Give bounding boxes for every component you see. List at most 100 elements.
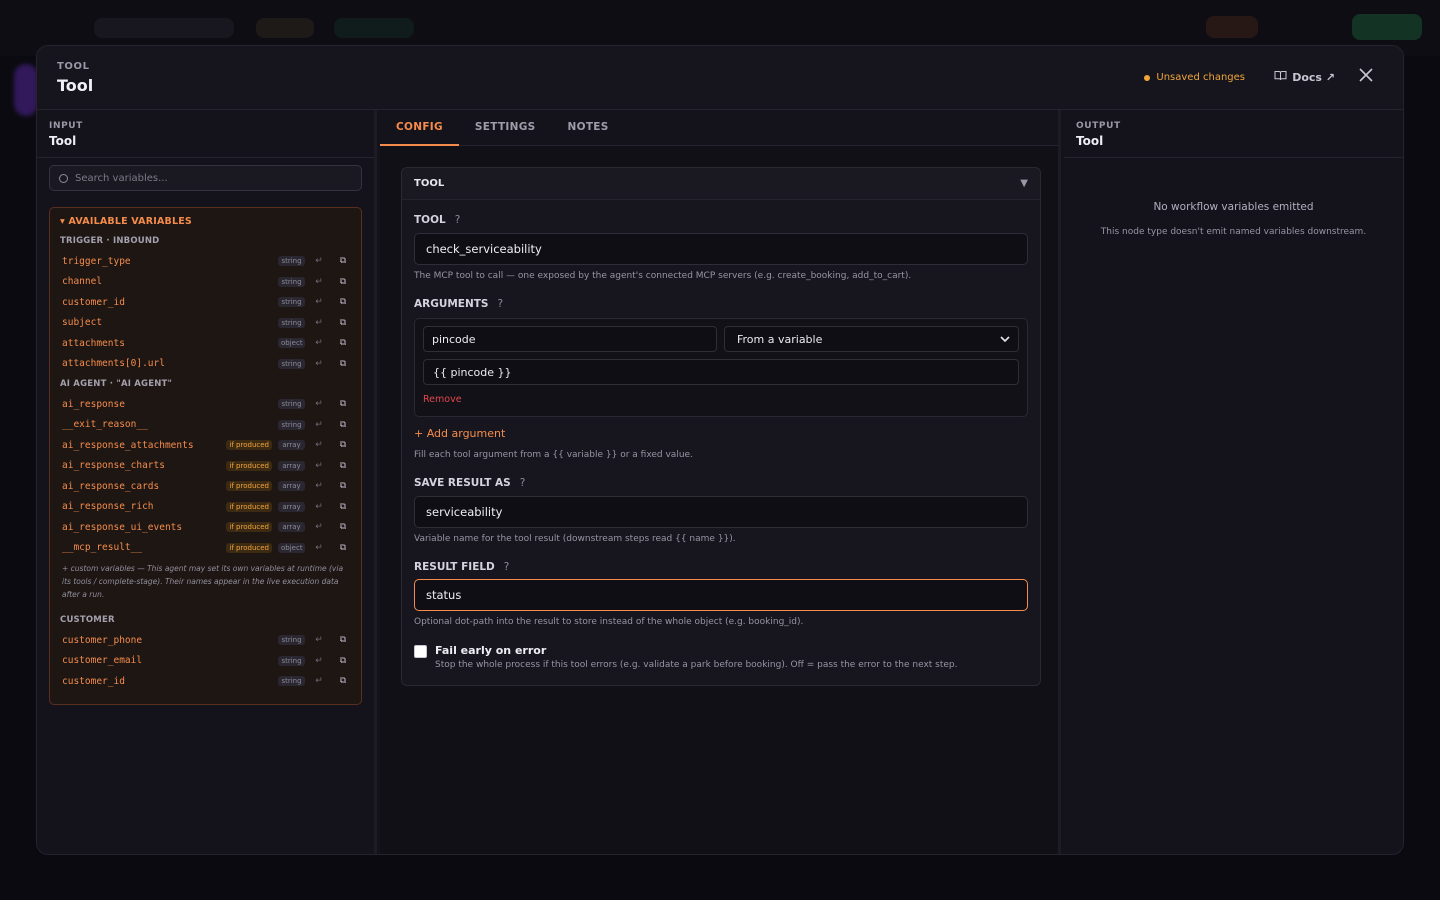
caret-down-icon: ▼	[1020, 178, 1028, 189]
background-blur-block	[94, 18, 234, 38]
remove-argument-button[interactable]: Remove	[423, 394, 462, 405]
copy-icon[interactable]: ⧉	[337, 543, 349, 553]
add-argument-button[interactable]: + Add argument	[414, 427, 505, 440]
available-variables-toggle[interactable]: ▾ AVAILABLE VARIABLES	[50, 214, 361, 233]
insert-icon[interactable]: ↵	[313, 635, 325, 645]
variable-row[interactable]: channel string ↵ ⧉	[50, 272, 361, 293]
variable-row[interactable]: subject string ↵ ⧉	[50, 313, 361, 334]
variable-name: customer_id	[62, 296, 125, 308]
tab-config[interactable]: CONFIG	[380, 110, 459, 146]
insert-icon[interactable]: ↵	[313, 338, 325, 348]
variable-search	[49, 165, 362, 191]
insert-icon[interactable]: ↵	[313, 359, 325, 369]
argument-source-value: From a variable	[737, 332, 823, 346]
insert-icon[interactable]: ↵	[313, 297, 325, 307]
insert-icon[interactable]: ↵	[313, 522, 325, 532]
save-result-label: SAVE RESULT AS	[414, 477, 511, 489]
copy-icon[interactable]: ⧉	[337, 522, 349, 532]
tool-config-card: TOOL ▼ TOOL ? The MCP tool to call — one…	[401, 167, 1041, 686]
help-icon[interactable]: ?	[504, 561, 510, 573]
save-result-input[interactable]	[414, 496, 1028, 528]
variable-row[interactable]: __mcp_result__ if produced object ↵ ⧉	[50, 538, 361, 559]
help-icon[interactable]: ?	[455, 214, 461, 226]
help-icon[interactable]: ?	[498, 298, 504, 310]
copy-icon[interactable]: ⧉	[337, 399, 349, 409]
copy-icon[interactable]: ⧉	[337, 420, 349, 430]
result-field-label-text: RESULT FIELD	[414, 561, 495, 573]
result-field-help-text: Optional dot-path into the result to sto…	[414, 617, 804, 627]
fail-early-checkbox[interactable]	[414, 645, 427, 658]
tab-settings[interactable]: SETTINGS	[459, 110, 552, 145]
copy-icon[interactable]: ⧉	[337, 256, 349, 266]
variable-row[interactable]: customer_id string ↵ ⧉	[50, 292, 361, 313]
insert-icon[interactable]: ↵	[313, 543, 325, 553]
docs-link[interactable]: Docs ↗	[1274, 70, 1335, 84]
copy-icon[interactable]: ⧉	[337, 277, 349, 287]
variable-row[interactable]: customer_phone string ↵ ⧉	[50, 630, 361, 651]
type-badge: string	[278, 297, 305, 308]
variable-row[interactable]: ai_response_rich if produced array ↵ ⧉	[50, 497, 361, 518]
close-button[interactable]	[1357, 68, 1375, 86]
variable-row[interactable]: ai_response_ui_events if produced array ↵ ⧉	[50, 517, 361, 538]
variable-row[interactable]: attachments object ↵ ⧉	[50, 333, 361, 354]
help-icon[interactable]: ?	[520, 477, 526, 489]
variable-name: ai_response_cards	[62, 480, 160, 492]
variable-row[interactable]: trigger_type string ↵ ⧉	[50, 251, 361, 272]
insert-icon[interactable]: ↵	[313, 656, 325, 666]
variable-row[interactable]: ai_response_charts if produced array ↵ ⧉	[50, 456, 361, 477]
copy-icon[interactable]: ⧉	[337, 338, 349, 348]
copy-icon[interactable]: ⧉	[337, 656, 349, 666]
variable-row[interactable]: attachments[0].url string ↵ ⧉	[50, 354, 361, 375]
fail-early-option: Fail early on error Stop the whole proce…	[414, 644, 958, 670]
argument-name-input[interactable]	[423, 326, 717, 352]
input-panel: INPUT Tool ▾ AVAILABLE VARIABLES TRIGGER…	[37, 110, 377, 854]
background-blur-block	[14, 64, 38, 116]
insert-icon[interactable]: ↵	[313, 420, 325, 430]
variable-row[interactable]: customer_id string ↵ ⧉	[50, 671, 361, 692]
variable-row[interactable]: __exit_reason__ string ↵ ⧉	[50, 415, 361, 436]
type-badge: string	[278, 317, 305, 328]
copy-icon[interactable]: ⧉	[337, 461, 349, 471]
variable-row[interactable]: ai_response string ↵ ⧉	[50, 394, 361, 415]
docs-label: Docs ↗	[1292, 70, 1335, 84]
insert-icon[interactable]: ↵	[313, 256, 325, 266]
variable-row[interactable]: ai_response_cards if produced array ↵ ⧉	[50, 476, 361, 497]
variable-name: ai_response_charts	[62, 460, 165, 472]
insert-icon[interactable]: ↵	[313, 481, 325, 491]
book-icon	[1274, 70, 1287, 84]
copy-icon[interactable]: ⧉	[337, 635, 349, 645]
input-eyebrow: INPUT	[49, 121, 83, 131]
type-badge: array	[278, 501, 305, 512]
insert-icon[interactable]: ↵	[313, 440, 325, 450]
copy-icon[interactable]: ⧉	[337, 297, 349, 307]
copy-icon[interactable]: ⧉	[337, 676, 349, 686]
variable-name: ai_response	[62, 398, 125, 410]
copy-icon[interactable]: ⧉	[337, 481, 349, 491]
insert-icon[interactable]: ↵	[313, 502, 325, 512]
copy-icon[interactable]: ⧉	[337, 359, 349, 369]
copy-icon[interactable]: ⧉	[337, 318, 349, 328]
variable-row[interactable]: ai_response_attachments if produced array ↵…	[50, 435, 361, 456]
tab-notes[interactable]: NOTES	[552, 110, 625, 145]
type-badge: array	[278, 481, 305, 492]
chevron-down-icon	[1000, 336, 1010, 342]
background-blur-block	[1352, 14, 1422, 40]
insert-icon[interactable]: ↵	[313, 399, 325, 409]
argument-source-select[interactable]: From a variable	[724, 326, 1019, 352]
argument-value-input[interactable]	[423, 359, 1019, 385]
insert-icon[interactable]: ↵	[313, 676, 325, 686]
type-badge: string	[278, 256, 305, 267]
tool-name-input[interactable]	[414, 233, 1028, 265]
variable-name: ai_response_rich	[62, 501, 154, 513]
copy-icon[interactable]: ⧉	[337, 502, 349, 512]
insert-icon[interactable]: ↵	[313, 318, 325, 328]
insert-icon[interactable]: ↵	[313, 277, 325, 287]
if-produced-badge: if produced	[226, 501, 272, 512]
tool-card-header[interactable]: TOOL ▼	[402, 168, 1040, 200]
copy-icon[interactable]: ⧉	[337, 440, 349, 450]
search-input[interactable]	[75, 172, 335, 184]
result-field-input[interactable]	[414, 579, 1028, 611]
customer-variable-list: customer_phone string ↵ ⧉ customer_email stri…	[50, 630, 361, 692]
insert-icon[interactable]: ↵	[313, 461, 325, 471]
variable-row[interactable]: customer_email string ↵ ⧉	[50, 651, 361, 672]
